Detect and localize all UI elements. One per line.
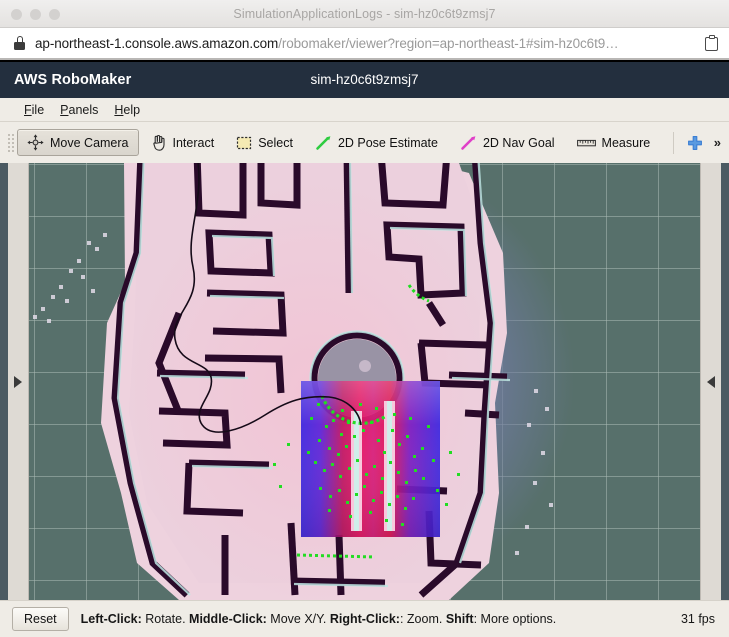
window-title: SimulationApplicationLogs - sim-hz0c6t9z… <box>233 7 496 21</box>
menu-panels[interactable]: Panels <box>52 101 106 119</box>
fps-counter: 31 fps <box>680 612 715 626</box>
menu-file[interactable]: File <box>16 101 52 119</box>
rviz-statusbar: Reset Left-Click: Rotate. Middle-Click: … <box>0 600 729 637</box>
help-left-click-key: Left-Click: <box>80 612 142 626</box>
reset-button[interactable]: Reset <box>12 607 69 631</box>
tool-2d-pose-estimate-label: 2D Pose Estimate <box>337 135 438 150</box>
rviz-menubar: File Panels Help <box>0 98 729 122</box>
tool-measure-label: Measure <box>601 135 651 150</box>
help-shift-key: Shift <box>445 612 474 626</box>
url-path: /robomaker/viewer?region=ap-northeast-1#… <box>278 35 619 51</box>
mouse-help-text: Left-Click: Rotate. Middle-Click: Move X… <box>81 612 681 626</box>
aws-robomaker-brand: AWS RoboMaker <box>14 72 132 88</box>
menu-help[interactable]: Help <box>106 101 148 119</box>
select-marquee-icon <box>237 136 252 149</box>
help-left-click-val: Rotate. <box>141 612 190 626</box>
help-middle-click-key: Middle-Click: <box>189 612 267 626</box>
clipboard-icon[interactable] <box>705 35 718 51</box>
help-right-click-val: : Zoom. <box>399 612 446 626</box>
rviz-toolbar: Move Camera Interact Select 2D Pose Esti… <box>0 122 729 163</box>
help-right-click-key: Right-Click: <box>329 612 400 626</box>
tool-2d-pose-estimate[interactable]: 2D Pose Estimate <box>305 129 448 156</box>
right-panel-toggle[interactable] <box>700 163 721 600</box>
tool-move-camera[interactable]: Move Camera <box>17 129 139 156</box>
move-camera-icon <box>27 134 44 151</box>
aws-robomaker-header: sim-hz0c6t9zmsj7 AWS RoboMaker <box>0 62 729 98</box>
help-middle-click-val: Move X/Y. <box>266 612 330 626</box>
plus-icon <box>687 135 702 150</box>
url-host: ap-northeast-1.console.aws.amazon.com <box>35 35 279 51</box>
expand-right-triangle-icon <box>14 375 22 388</box>
tool-2d-nav-goal[interactable]: 2D Nav Goal <box>450 129 565 156</box>
left-panel-toggle[interactable] <box>8 163 29 600</box>
tool-select[interactable]: Select <box>226 129 303 156</box>
toolbar-overflow-button[interactable]: » <box>710 135 729 150</box>
address-bar[interactable]: ap-northeast-1.console.aws.amazon.com/ro… <box>0 28 729 60</box>
tool-interact[interactable]: Interact <box>141 129 225 156</box>
tool-move-camera-label: Move Camera <box>50 135 129 150</box>
tool-measure[interactable]: Measure <box>567 129 661 156</box>
pose-estimate-arrow-icon <box>316 135 331 150</box>
rviz-render-stage <box>0 163 729 600</box>
map-render <box>33 163 574 600</box>
expand-left-triangle-icon <box>707 375 715 388</box>
browser-window: SimulationApplicationLogs - sim-hz0c6t9z… <box>0 0 729 637</box>
help-shift-val: : More options. <box>473 612 557 626</box>
tool-2d-nav-goal-label: 2D Nav Goal <box>482 135 555 150</box>
url-text: ap-northeast-1.console.aws.amazon.com/ro… <box>35 36 697 51</box>
tool-select-label: Select <box>258 135 293 150</box>
add-tool-button[interactable] <box>682 129 708 156</box>
lock-icon <box>14 36 25 50</box>
3d-viewport[interactable] <box>29 163 700 600</box>
interact-hand-icon <box>152 134 165 151</box>
tool-interact-label: Interact <box>172 135 215 150</box>
nav-goal-arrow-icon <box>461 135 476 150</box>
toolbar-drag-handle[interactable] <box>6 131 14 154</box>
window-titlebar: SimulationApplicationLogs - sim-hz0c6t9z… <box>0 0 729 28</box>
toolbar-separator <box>672 131 674 154</box>
ruler-icon <box>576 139 596 146</box>
